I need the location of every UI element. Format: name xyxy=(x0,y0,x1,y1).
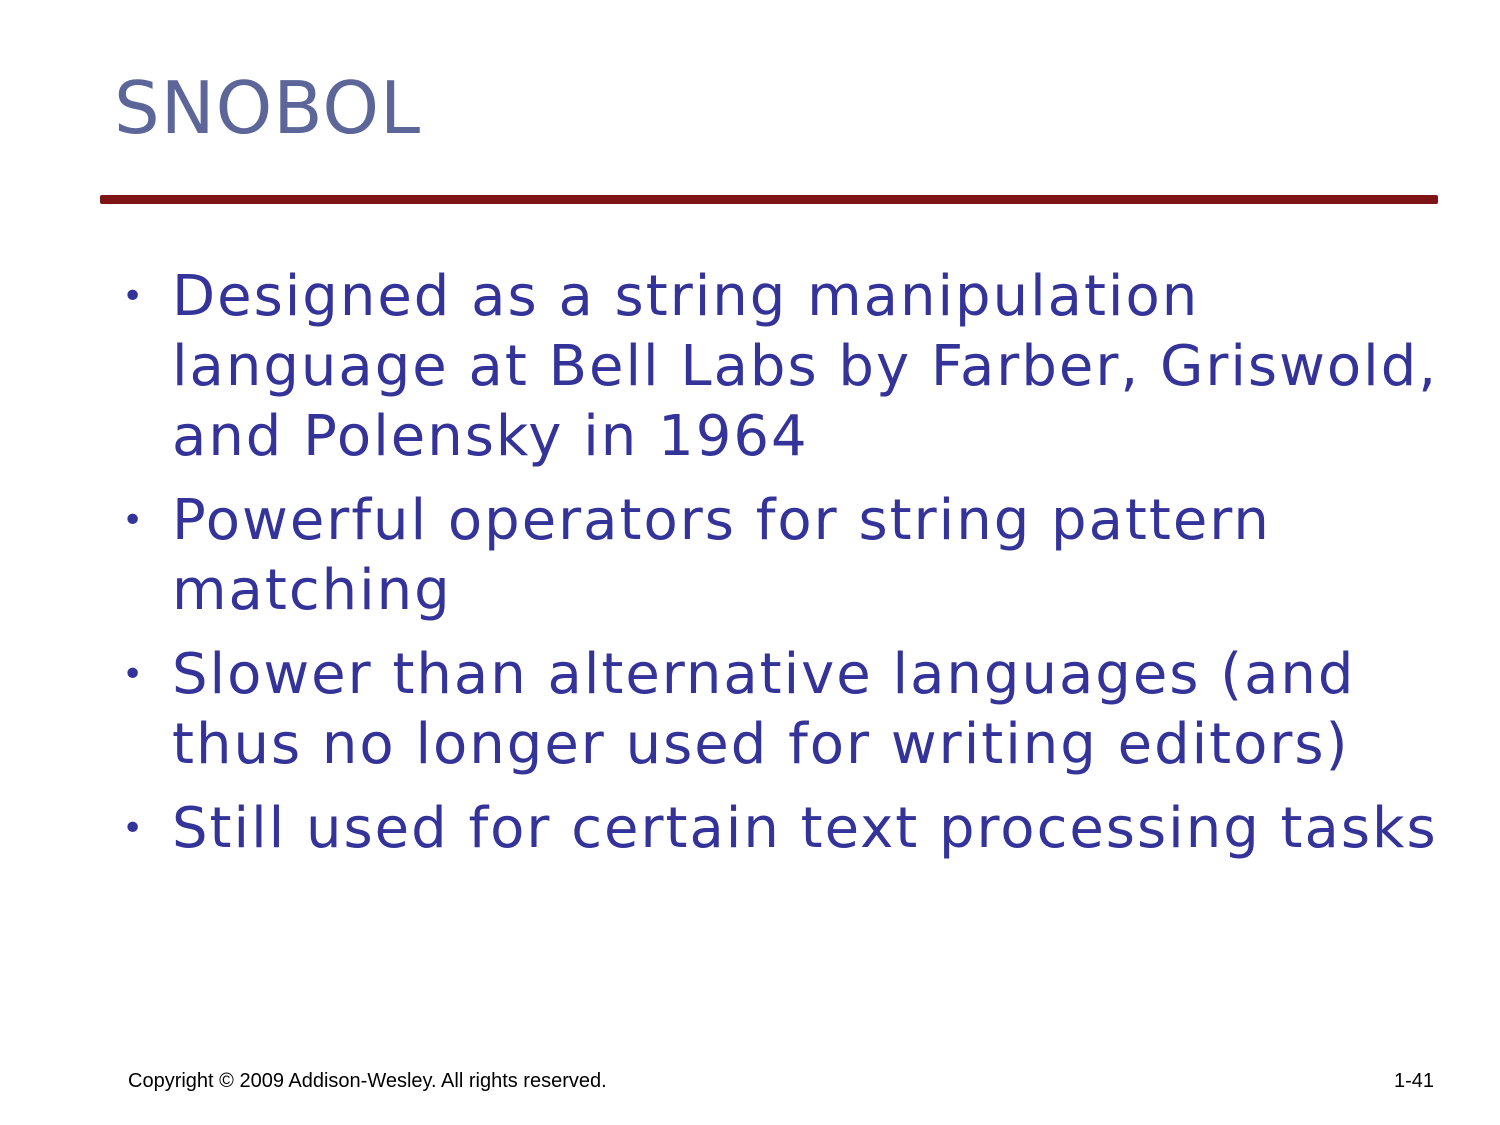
bullet-dot-icon: • xyxy=(122,276,144,317)
bullet-dot-icon: • xyxy=(122,654,144,695)
footer-copyright: Copyright © 2009 Addison-Wesley. All rig… xyxy=(128,1070,607,1092)
bullet-item: • Slower than alternative languages (and… xyxy=(120,640,1440,780)
bullet-dot-icon: • xyxy=(122,500,144,541)
bullet-item: • Still used for certain text processing… xyxy=(120,794,1440,864)
slide: SNOBOL • Designed as a string manipulati… xyxy=(0,0,1500,1125)
bullet-text: Still used for certain text processing t… xyxy=(172,796,1438,861)
bullet-text: Powerful operators for string pattern ma… xyxy=(172,488,1271,623)
bullet-dot-icon: • xyxy=(122,808,144,849)
bullet-item: • Powerful operators for string pattern … xyxy=(120,486,1440,626)
bullet-text: Designed as a string manipulation langua… xyxy=(172,264,1439,469)
bullet-item: • Designed as a string manipulation lang… xyxy=(120,262,1440,472)
title-divider xyxy=(100,195,1438,204)
bullet-list: • Designed as a string manipulation lang… xyxy=(120,262,1440,878)
slide-title: SNOBOL xyxy=(114,66,422,150)
page-number: 1-41 xyxy=(1393,1070,1434,1092)
bullet-text: Slower than alternative languages (and t… xyxy=(172,642,1356,777)
